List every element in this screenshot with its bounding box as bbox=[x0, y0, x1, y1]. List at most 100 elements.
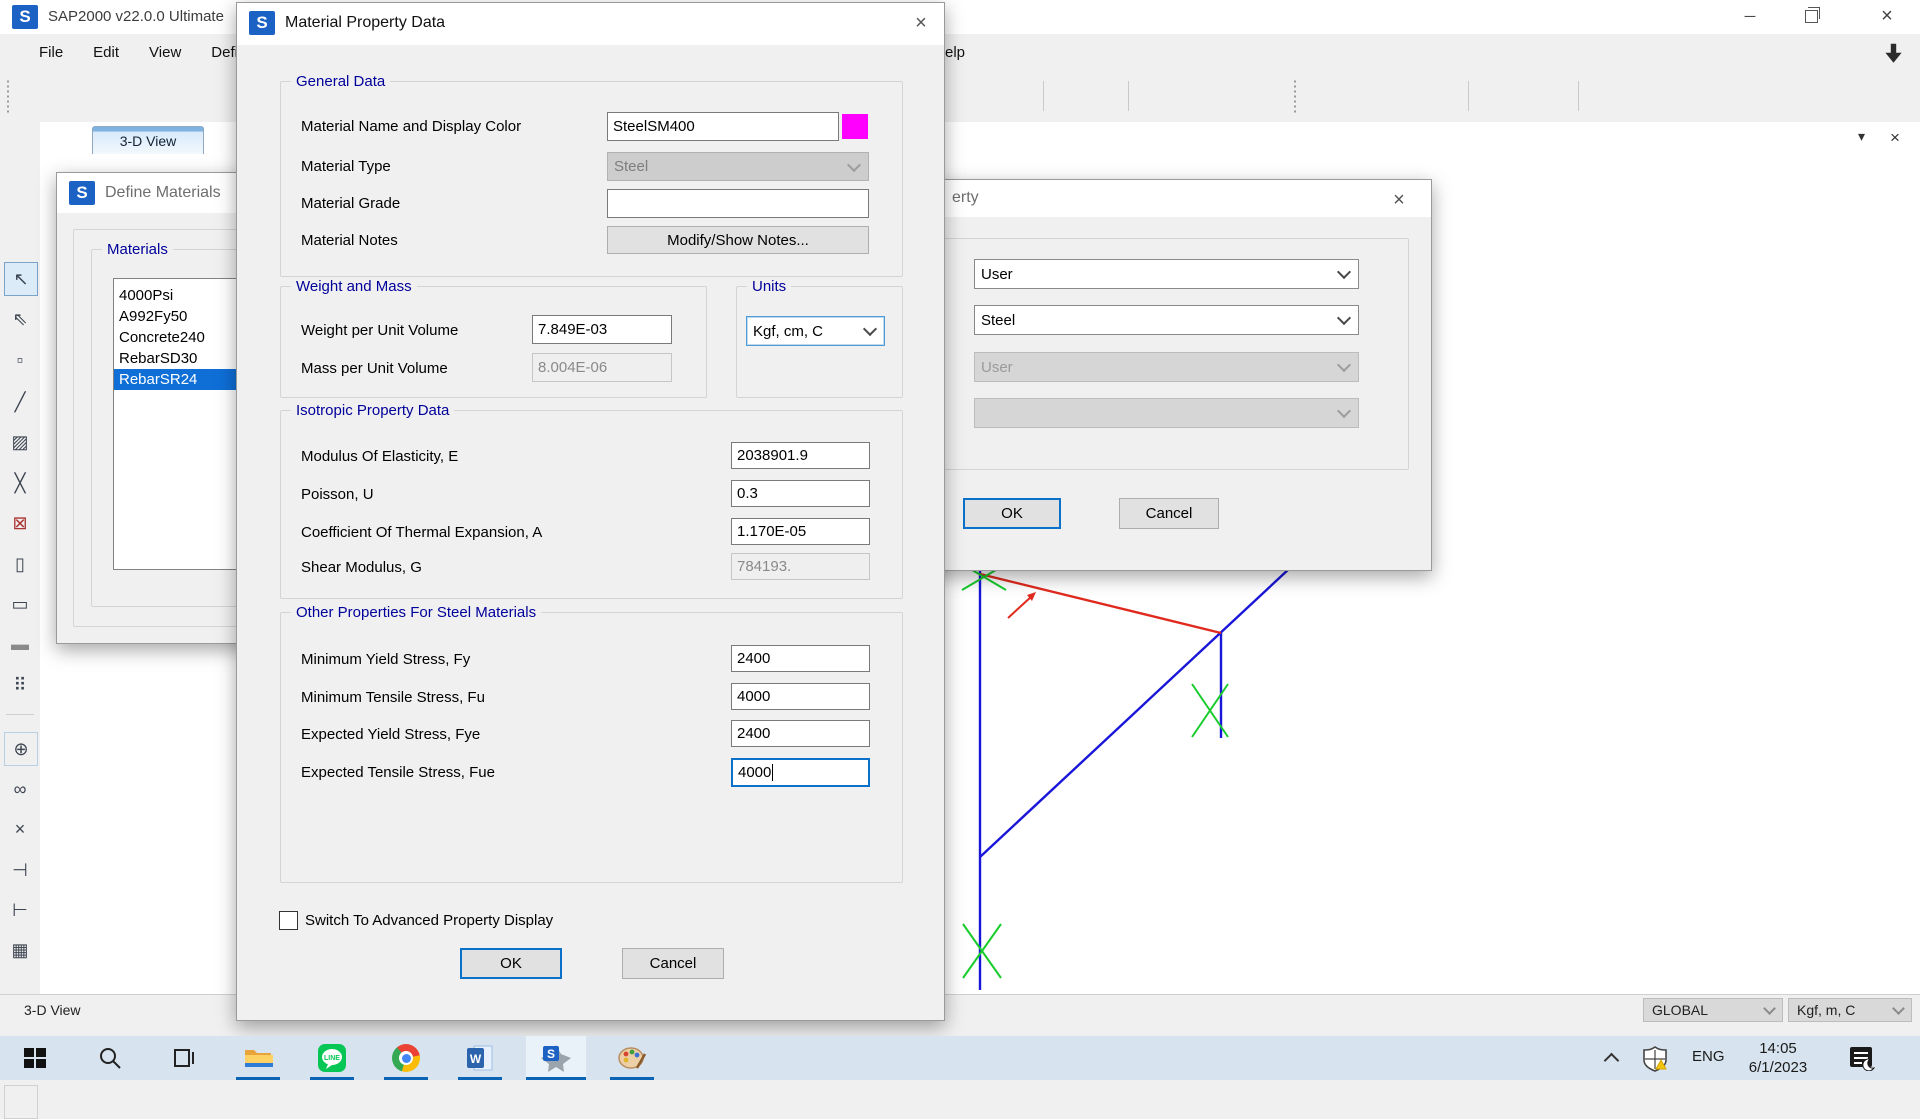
menu-help-fragment[interactable]: elp bbox=[945, 44, 965, 61]
security-shield-icon[interactable] bbox=[1642, 1045, 1672, 1073]
sap-dialog-icon: S bbox=[69, 181, 95, 205]
poisson-label: Poisson, U bbox=[301, 486, 374, 503]
thermal-expansion-label: Coefficient Of Thermal Expansion, A bbox=[301, 524, 542, 541]
ok-button[interactable]: OK bbox=[460, 948, 562, 979]
toolbar-drag-handle[interactable] bbox=[1293, 79, 1297, 113]
restore-button[interactable] bbox=[1788, 0, 1834, 33]
text-caret bbox=[772, 764, 773, 781]
toolbar-separator bbox=[1128, 81, 1129, 111]
chevron-down-icon bbox=[1337, 311, 1351, 325]
file-explorer-button[interactable] bbox=[228, 1036, 288, 1080]
start-button[interactable] bbox=[5, 1036, 65, 1080]
quick-draw-frame-icon[interactable]: ▨ bbox=[4, 426, 36, 458]
quick-draw-area-icon[interactable]: ▬ bbox=[4, 628, 36, 660]
material-property-titlebar[interactable]: S Material Property Data × bbox=[237, 3, 944, 45]
download-arrow-icon[interactable] bbox=[1880, 42, 1908, 70]
modulus-input[interactable]: 2038901.9 bbox=[731, 442, 870, 469]
quick-draw-secondary-brace-icon[interactable]: ⊠ bbox=[4, 507, 36, 539]
app-title: SAP2000 v22.0.0 Ultimate bbox=[48, 8, 224, 25]
desktop: { "titlebar": { "app_title": "SAP2000 v2… bbox=[0, 0, 1920, 1080]
paint-button[interactable] bbox=[602, 1036, 662, 1080]
material-name-input[interactable]: SteelSM400 bbox=[607, 112, 839, 141]
view-tab-label: 3-D View bbox=[120, 133, 177, 149]
chevron-down-icon bbox=[863, 322, 877, 336]
reshape-icon[interactable]: ⇖ bbox=[4, 303, 36, 335]
snap-grid-icon[interactable]: ▦ bbox=[4, 934, 36, 966]
region-combobox[interactable]: User bbox=[974, 259, 1359, 289]
word-icon: W bbox=[466, 1044, 494, 1072]
cancel-button[interactable]: Cancel bbox=[622, 948, 724, 979]
view-menu-caret-icon[interactable]: ▾ bbox=[1858, 128, 1865, 145]
notification-center-icon[interactable] bbox=[1848, 1045, 1876, 1071]
clear-selection-tool[interactable] bbox=[4, 1085, 38, 1119]
snap-edge-icon[interactable]: ⊢ bbox=[4, 894, 36, 926]
tray-expand-chevron-icon[interactable] bbox=[1604, 1053, 1620, 1069]
expected-yield-input[interactable]: 2400 bbox=[731, 720, 870, 747]
dialog-close-icon[interactable]: × bbox=[907, 9, 935, 37]
poisson-input[interactable]: 0.3 bbox=[731, 480, 870, 507]
coordinate-system-combobox[interactable]: GLOBAL bbox=[1643, 998, 1783, 1022]
tray-date: 6/1/2023 bbox=[1738, 1058, 1818, 1077]
menu-file[interactable]: File bbox=[24, 44, 78, 61]
sap2000-taskbar-button[interactable]: S bbox=[526, 1036, 586, 1080]
min-tensile-input[interactable]: 4000 bbox=[731, 683, 870, 710]
word-button[interactable]: W bbox=[450, 1036, 510, 1080]
advanced-display-checkbox[interactable] bbox=[279, 911, 298, 930]
toolbar-drag-handle[interactable] bbox=[6, 79, 10, 113]
menu-view[interactable]: View bbox=[134, 44, 196, 61]
minimize-button[interactable]: ─ bbox=[1727, 0, 1773, 33]
chevron-down-icon bbox=[1337, 358, 1351, 372]
ok-button[interactable]: OK bbox=[963, 498, 1061, 529]
draw-rect-area-icon[interactable]: ▭ bbox=[4, 588, 36, 620]
line-app-icon: LINE bbox=[317, 1043, 347, 1073]
mass-per-unit-volume-label: Mass per Unit Volume bbox=[301, 360, 448, 377]
minimize-icon: ─ bbox=[1745, 8, 1756, 25]
pointer-select-icon[interactable]: ↖ bbox=[4, 262, 38, 296]
snap-line-icon[interactable]: ∞ bbox=[4, 773, 36, 805]
view-tab-3d[interactable]: 3-D View bbox=[92, 126, 204, 154]
quick-draw-brace-icon[interactable]: ╳ bbox=[4, 467, 36, 499]
weight-per-unit-volume-label: Weight per Unit Volume bbox=[301, 322, 458, 339]
toolbar-separator bbox=[1043, 81, 1044, 111]
restore-icon bbox=[1805, 10, 1818, 23]
task-view-button[interactable] bbox=[155, 1036, 215, 1080]
min-yield-input[interactable]: 2400 bbox=[731, 645, 870, 672]
draw-frame-line-icon[interactable]: ╱ bbox=[4, 386, 36, 418]
grade-combobox bbox=[974, 398, 1359, 428]
snap-perpendicular-icon[interactable]: ⊣ bbox=[4, 854, 36, 886]
snap-points-icon[interactable]: ⊕ bbox=[4, 732, 38, 766]
draw-quad-icon[interactable]: ▯ bbox=[4, 548, 36, 580]
material-notes-label: Material Notes bbox=[301, 232, 398, 249]
tray-time: 14:05 bbox=[1738, 1039, 1818, 1058]
units-combobox[interactable]: Kgf, cm, C bbox=[746, 316, 885, 346]
draw-point-icon[interactable]: ▫ bbox=[4, 344, 36, 376]
modify-show-notes-button[interactable]: Modify/Show Notes... bbox=[607, 226, 869, 254]
expected-yield-label: Expected Yield Stress, Fye bbox=[301, 726, 480, 743]
material-type-combobox[interactable]: Steel bbox=[974, 305, 1359, 335]
view-close-icon[interactable]: × bbox=[1890, 128, 1900, 148]
material-name-label: Material Name and Display Color bbox=[301, 118, 521, 135]
csys-value: GLOBAL bbox=[1652, 1002, 1708, 1018]
snap-intersection-icon[interactable]: × bbox=[4, 813, 36, 845]
dialog-close-icon[interactable]: × bbox=[1385, 186, 1413, 214]
weight-per-unit-volume-input[interactable]: 7.849E-03 bbox=[532, 315, 672, 344]
chrome-button[interactable] bbox=[376, 1036, 436, 1080]
menu-edit[interactable]: Edit bbox=[78, 44, 134, 61]
search-button[interactable] bbox=[80, 1036, 140, 1080]
chevron-down-icon bbox=[1337, 265, 1351, 279]
language-indicator[interactable]: ENG bbox=[1692, 1048, 1725, 1065]
display-color-swatch[interactable] bbox=[842, 114, 868, 139]
cancel-button[interactable]: Cancel bbox=[1119, 498, 1219, 529]
units-status-combobox[interactable]: Kgf, m, C bbox=[1788, 998, 1912, 1022]
standard-value: User bbox=[981, 359, 1013, 376]
sap-letter: S bbox=[547, 1047, 555, 1061]
thermal-expansion-input[interactable]: 1.170E-05 bbox=[731, 518, 870, 545]
draw-grid-icon[interactable]: ⠿ bbox=[4, 669, 36, 701]
line-app-button[interactable]: LINE bbox=[302, 1036, 362, 1080]
chrome-icon bbox=[392, 1044, 420, 1072]
close-button[interactable]: × bbox=[1864, 0, 1910, 33]
expected-tensile-input-focused[interactable]: 4000 bbox=[731, 758, 870, 787]
clock[interactable]: 14:05 6/1/2023 bbox=[1738, 1039, 1818, 1077]
material-grade-input[interactable] bbox=[607, 189, 869, 218]
sap-dialog-icon: S bbox=[249, 11, 275, 35]
